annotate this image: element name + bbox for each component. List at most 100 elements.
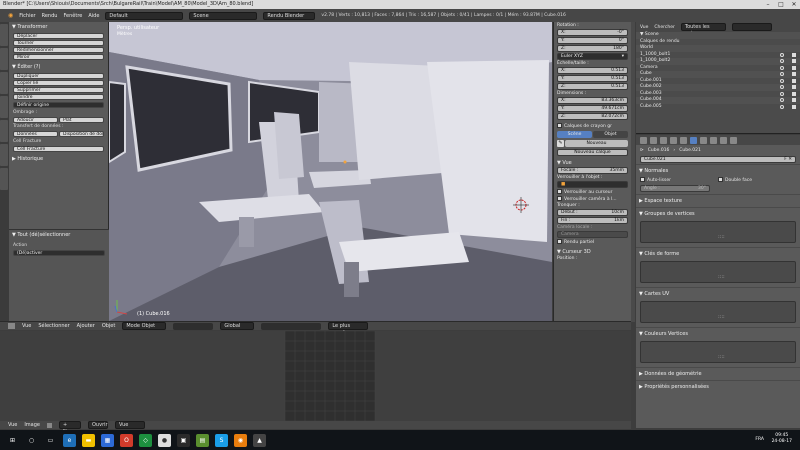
data-button[interactable]: Données bbox=[13, 131, 58, 137]
visibility-eye-icon[interactable] bbox=[780, 65, 784, 70]
vertex-groups-list[interactable]: :::: bbox=[640, 221, 796, 243]
lock-camera-checkbox[interactable] bbox=[557, 196, 562, 201]
app-green-icon[interactable]: ▤ bbox=[196, 433, 209, 447]
select-toggle-title[interactable]: ▼ Tout (dé)sélectionner bbox=[9, 230, 109, 240]
rotation-mode-select[interactable]: Euler XYZ ▾ bbox=[557, 53, 628, 60]
dimension-z-field[interactable]: Z: 82.072cm bbox=[557, 113, 628, 120]
shape-keys-section-title[interactable]: ▼ Clés de forme bbox=[636, 247, 800, 260]
image-menu[interactable]: Image bbox=[24, 422, 40, 428]
tab-scene[interactable]: Scène bbox=[557, 131, 592, 138]
outliner-filter-select[interactable]: Toutes les scènes bbox=[680, 23, 726, 37]
physics-tab-icon[interactable] bbox=[730, 136, 737, 144]
outliner-view-menu[interactable]: Vue bbox=[640, 25, 648, 30]
shape-keys-list[interactable]: :::: bbox=[640, 261, 796, 283]
render-camera-icon[interactable] bbox=[792, 91, 796, 96]
uv-view-menu[interactable]: Vue bbox=[8, 422, 17, 428]
grease-pencil-checkbox[interactable] bbox=[557, 123, 562, 128]
join-button[interactable]: Joindre bbox=[13, 94, 104, 100]
tab-create[interactable] bbox=[0, 48, 8, 70]
mode-select[interactable]: Mode Objet bbox=[122, 322, 167, 330]
panel-scrollbar[interactable] bbox=[631, 22, 635, 322]
skype-icon[interactable]: S bbox=[215, 433, 228, 447]
custom-properties-section-title[interactable]: ▶ Propriétés personnalisées bbox=[636, 380, 800, 393]
vertex-colors-list[interactable]: :::: bbox=[640, 341, 796, 363]
dimension-y-field[interactable]: Y: 49.671cm bbox=[557, 105, 628, 112]
tab-animation[interactable] bbox=[0, 96, 8, 118]
new-grease-pencil-button[interactable]: Nouveau bbox=[565, 140, 628, 147]
view-section-title[interactable]: ▼ Vue bbox=[554, 159, 631, 166]
new-layer-button[interactable]: Nouveau calque bbox=[557, 149, 628, 156]
local-camera-field[interactable]: Camera bbox=[557, 231, 628, 238]
office-icon[interactable]: O bbox=[120, 433, 133, 447]
double-sided-row[interactable]: Double face bbox=[718, 177, 796, 183]
world-tab-icon[interactable] bbox=[660, 136, 667, 144]
open-image-button[interactable]: Ouvrir bbox=[88, 421, 108, 429]
tab-misc[interactable] bbox=[0, 168, 8, 190]
render-tab-icon[interactable] bbox=[640, 136, 647, 144]
duplicate-linked-button[interactable]: Copier lié bbox=[13, 80, 104, 86]
lock-object-field[interactable]: ■ bbox=[557, 181, 628, 188]
lock-cursor-checkbox[interactable] bbox=[557, 189, 562, 194]
history-section-title[interactable]: ▶ Historique bbox=[9, 154, 108, 164]
add-menu[interactable]: Ajouter bbox=[77, 323, 95, 329]
grease-pencil-layers-title[interactable]: Calques de crayon gr bbox=[554, 122, 631, 129]
outliner-search-input[interactable] bbox=[731, 23, 772, 31]
clip-end-field[interactable]: Fin : 1km bbox=[557, 217, 628, 224]
texture-space-section-title[interactable]: ▶ Espace texture bbox=[636, 194, 800, 207]
rotate-button[interactable]: Tourner bbox=[13, 40, 104, 46]
editor-type-icon[interactable] bbox=[8, 323, 15, 329]
3d-viewport[interactable]: Persp. utilisateur Mètres (1) Cube.016 bbox=[109, 22, 552, 321]
shading-buttons-group[interactable] bbox=[173, 322, 214, 330]
texture-tab-icon[interactable] bbox=[710, 136, 717, 144]
visibility-eye-icon[interactable] bbox=[780, 85, 784, 89]
pencil-icon[interactable]: ✎ bbox=[557, 140, 564, 147]
uv-maps-list[interactable]: :::: bbox=[640, 301, 796, 323]
menu-file[interactable]: Fichier bbox=[19, 13, 35, 19]
autosmooth-row[interactable]: Auto-lisser bbox=[640, 177, 718, 183]
scale-y-field[interactable]: Y: 0.513 bbox=[557, 75, 628, 82]
minimize-icon[interactable]: – bbox=[762, 0, 774, 9]
particles-tab-icon[interactable] bbox=[720, 136, 727, 144]
geometry-data-section-title[interactable]: ▶ Données de géométrie bbox=[636, 367, 800, 380]
scene-tab-icon[interactable] bbox=[650, 136, 657, 144]
object-menu[interactable]: Objet bbox=[102, 323, 116, 329]
render-camera-icon[interactable] bbox=[792, 78, 796, 83]
data-layout-button[interactable]: Disposition de don... bbox=[59, 131, 104, 137]
delete-button[interactable]: Supprimer bbox=[13, 87, 104, 93]
transform-section-title[interactable]: ▼ Transformer bbox=[9, 22, 108, 32]
image-browse-icon[interactable] bbox=[47, 422, 52, 428]
autosmooth-checkbox[interactable] bbox=[640, 177, 645, 182]
set-origin-button[interactable]: Définir origine bbox=[13, 102, 104, 108]
visibility-eye-icon[interactable] bbox=[780, 52, 784, 57]
render-camera-icon[interactable] bbox=[792, 52, 796, 57]
tab-physics[interactable] bbox=[0, 120, 8, 142]
app-dark-icon[interactable]: ▣ bbox=[177, 433, 190, 447]
tab-object[interactable]: Objet bbox=[593, 131, 628, 138]
close-icon[interactable]: ✕ bbox=[788, 0, 800, 9]
mesh-name-field[interactable]: Cube.021 F ✕ bbox=[640, 156, 796, 163]
search-icon[interactable]: ○ bbox=[25, 434, 38, 447]
layout-select[interactable]: Default bbox=[105, 11, 184, 20]
action-select[interactable]: (Dé)activer bbox=[13, 250, 105, 256]
list-resize-grip-icon[interactable]: :::: bbox=[718, 274, 725, 280]
render-camera-icon[interactable] bbox=[792, 59, 796, 63]
store-icon[interactable]: ▦ bbox=[101, 433, 114, 447]
uv-image-editor[interactable] bbox=[0, 330, 631, 422]
render-border-checkbox[interactable] bbox=[557, 239, 562, 244]
scale-x-field[interactable]: X: 0.513 bbox=[557, 67, 628, 74]
uv-maps-section-title[interactable]: ▼ Cartes UV bbox=[636, 287, 800, 300]
render-camera-icon[interactable] bbox=[792, 85, 796, 89]
rotation-z-field[interactable]: Z: 180° bbox=[557, 45, 628, 52]
menu-help[interactable]: Aide bbox=[88, 13, 99, 19]
system-clock[interactable]: 09:45 24-08-17 bbox=[772, 433, 792, 445]
dimension-x-field[interactable]: X: 83.363cm bbox=[557, 97, 628, 104]
list-resize-grip-icon[interactable]: :::: bbox=[718, 354, 725, 360]
visibility-eye-icon[interactable] bbox=[780, 104, 784, 109]
visibility-eye-icon[interactable] bbox=[780, 78, 784, 83]
photos-icon[interactable]: ▲ bbox=[253, 433, 266, 447]
scale-z-field[interactable]: Z: 0.513 bbox=[557, 83, 628, 90]
outliner-row[interactable]: Cube.005 bbox=[636, 104, 800, 111]
view-mode-select[interactable]: Vue bbox=[115, 421, 145, 429]
cell-fracture-button[interactable]: Cell Fracture bbox=[13, 146, 104, 152]
visibility-eye-icon[interactable] bbox=[780, 59, 784, 63]
